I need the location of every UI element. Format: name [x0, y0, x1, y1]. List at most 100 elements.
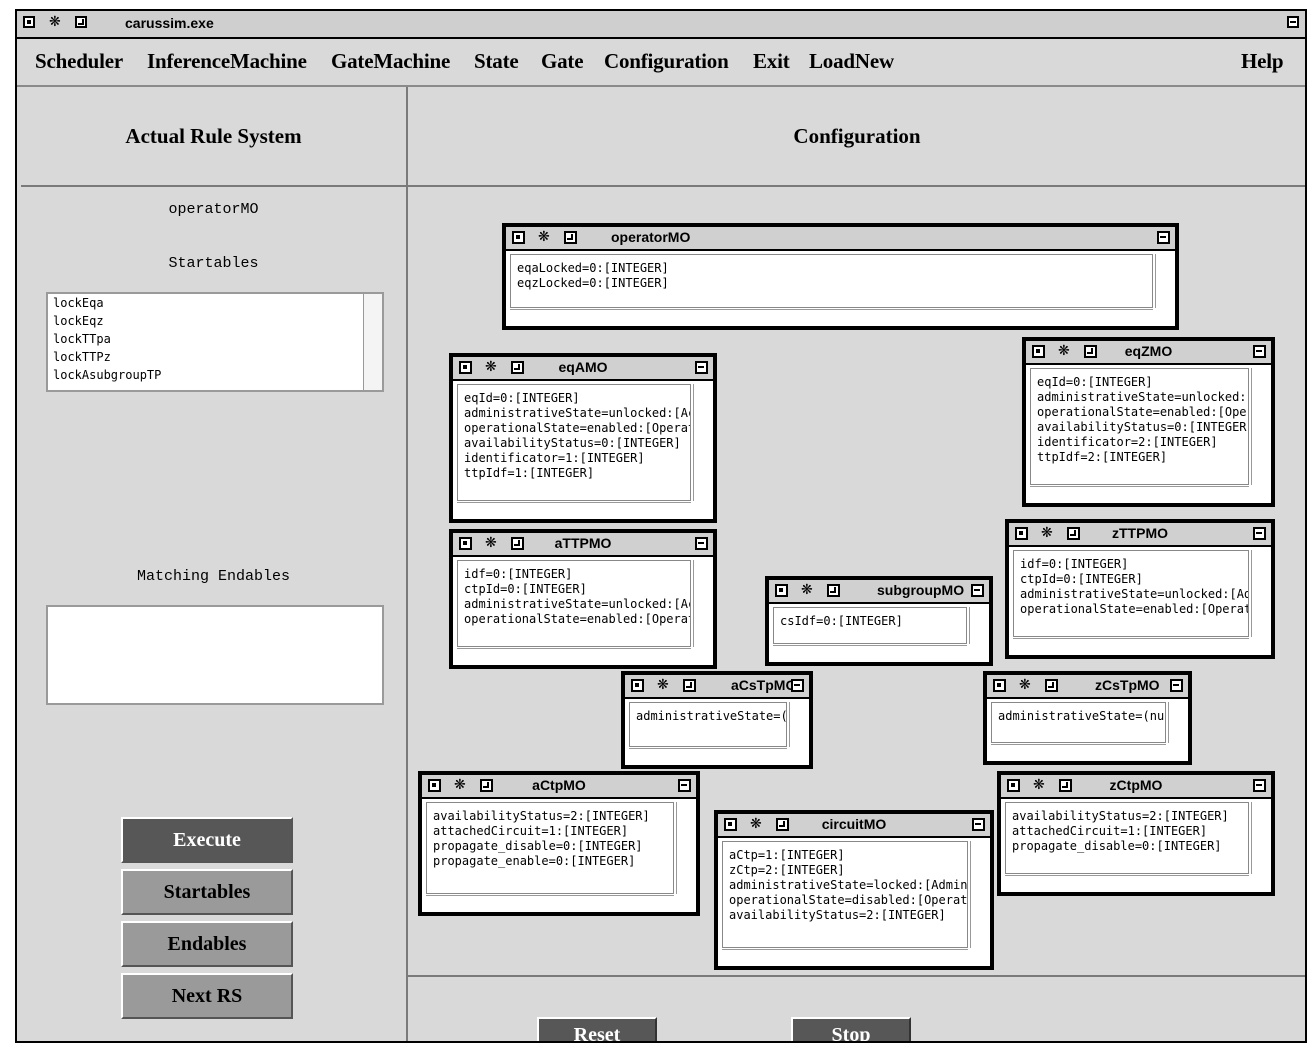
- vertical-scrollbar[interactable]: [693, 384, 710, 501]
- horizontal-scrollbar[interactable]: [1013, 638, 1249, 652]
- attribute-line: operationalState=enabled:[Operat: [464, 421, 691, 435]
- horizontal-scrollbar[interactable]: [1005, 875, 1249, 889]
- horizontal-scrollbar[interactable]: [457, 648, 691, 662]
- vertical-scrollbar[interactable]: [1251, 802, 1268, 874]
- horizontal-scrollbar[interactable]: [722, 949, 968, 963]
- horizontal-scrollbar[interactable]: [457, 502, 691, 516]
- maximize-icon[interactable]: [678, 779, 691, 792]
- horizontal-scrollbar[interactable]: [773, 645, 967, 659]
- vertical-scrollbar[interactable]: [363, 294, 382, 390]
- window-menu-icon[interactable]: [631, 679, 644, 692]
- menu-help[interactable]: Help: [1241, 49, 1284, 74]
- mo-window-aTTPMO[interactable]: ❋ aTTPMO idf=0:[INTEGER] ctpId=0:[INTEGER…: [449, 529, 717, 669]
- attribute-line: aCtp=1:[INTEGER]: [729, 848, 845, 862]
- minimize-icon[interactable]: [564, 231, 577, 244]
- horizontal-scrollbar[interactable]: [426, 895, 674, 909]
- gear-icon[interactable]: ❋: [538, 230, 551, 244]
- maximize-icon[interactable]: [1170, 679, 1183, 692]
- rule-system-panel: Actual Rule System operatorMO Startables…: [21, 87, 408, 1041]
- startables-button[interactable]: Startables: [121, 869, 293, 915]
- list-item[interactable]: lockAsubgroupTP: [48, 366, 382, 384]
- attribute-line: propagate_disable=0:[INTEGER]: [1012, 839, 1222, 853]
- mo-window-aCsTpMO[interactable]: ❋ aCsTpMO administrativeState=(: [621, 671, 813, 769]
- menu-exit[interactable]: Exit: [753, 49, 790, 74]
- menu-inference-machine[interactable]: InferenceMachine: [147, 49, 307, 74]
- list-item[interactable]: lockEqa: [48, 294, 382, 312]
- mo-window-zCsTpMO[interactable]: ❋ zCsTpMO administrativeState=(nu: [983, 671, 1192, 765]
- attribute-line: identificator=1:[INTEGER]: [464, 451, 645, 465]
- minimize-icon[interactable]: [683, 679, 696, 692]
- mo-window-eqAMO[interactable]: ❋ eqAMO eqId=0:[INTEGER] administrativeSt…: [449, 353, 717, 523]
- mo-window-circuitMO[interactable]: ❋ circuitMO aCtp=1:[INTEGER] zCtp=2:[INTE…: [714, 810, 994, 970]
- gear-icon[interactable]: ❋: [1019, 678, 1032, 692]
- attribute-line: operationalState=enabled:[Operat: [1020, 602, 1249, 616]
- horizontal-scrollbar[interactable]: [510, 309, 1153, 323]
- mo-title: zTTPMO: [1112, 525, 1168, 541]
- mo-window-aCtpMO[interactable]: ❋ aCtpMO availabilityStatus=2:[INTEGER] a…: [418, 771, 700, 916]
- next-rs-button[interactable]: Next RS: [121, 973, 293, 1019]
- vertical-scrollbar[interactable]: [789, 702, 806, 747]
- gear-icon[interactable]: ❋: [657, 678, 670, 692]
- maximize-icon[interactable]: [971, 584, 984, 597]
- maximize-icon[interactable]: [791, 679, 804, 692]
- maximize-icon[interactable]: [1253, 345, 1266, 358]
- mo-window-operatorMO[interactable]: ❋ operatorMO eqaLocked=0:[INTEGER] eqzLoc…: [502, 223, 1179, 330]
- horizontal-scrollbar[interactable]: [629, 748, 787, 762]
- vertical-scrollbar[interactable]: [1168, 702, 1185, 743]
- gear-icon[interactable]: ❋: [801, 583, 814, 597]
- attribute-line: operationalState=enabled:[Ope: [1037, 405, 1247, 419]
- maximize-icon[interactable]: [1157, 231, 1170, 244]
- menu-gate[interactable]: Gate: [541, 49, 584, 74]
- window-menu-icon[interactable]: [775, 584, 788, 597]
- menu-scheduler[interactable]: Scheduler: [35, 49, 123, 74]
- minimize-icon[interactable]: [75, 16, 87, 28]
- mo-title: aCtpMO: [532, 777, 586, 793]
- matching-endables-list[interactable]: [46, 605, 384, 705]
- horizontal-scrollbar[interactable]: [1030, 486, 1249, 500]
- attribute-line: eqaLocked=0:[INTEGER]: [517, 261, 669, 275]
- vertical-scrollbar[interactable]: [1251, 550, 1268, 637]
- list-item[interactable]: lockEqz: [48, 312, 382, 330]
- maximize-icon[interactable]: [1253, 527, 1266, 540]
- vertical-scrollbar[interactable]: [970, 841, 987, 948]
- window-menu-icon[interactable]: [993, 679, 1006, 692]
- mo-window-zTTPMO[interactable]: ❋ zTTPMO idf=0:[INTEGER] ctpId=0:[INTEGER…: [1005, 519, 1275, 659]
- title-bar[interactable]: ❋ carussim.exe: [17, 11, 1305, 39]
- maximize-icon[interactable]: [1287, 16, 1299, 28]
- endables-button[interactable]: Endables: [121, 921, 293, 967]
- maximize-icon[interactable]: [972, 818, 985, 831]
- menu-state[interactable]: State: [474, 49, 519, 74]
- window-menu-icon[interactable]: [512, 231, 525, 244]
- mo-window-subgroupMO[interactable]: ❋ subgroupMO csIdf=0:[INTEGER]: [765, 576, 993, 666]
- reset-button[interactable]: Reset: [537, 1017, 657, 1041]
- menu-configuration[interactable]: Configuration: [604, 49, 729, 74]
- maximize-icon[interactable]: [695, 537, 708, 550]
- attribute-line: availabilityStatus=2:[INTEGER]: [729, 908, 946, 922]
- minimize-icon[interactable]: [1045, 679, 1058, 692]
- window-menu-icon[interactable]: [23, 16, 35, 28]
- mo-window-zCtpMO[interactable]: ❋ zCtpMO availabilityStatus=2:[INTEGER] a…: [997, 771, 1275, 896]
- vertical-scrollbar[interactable]: [676, 802, 693, 894]
- vertical-scrollbar[interactable]: [1251, 368, 1268, 485]
- mo-title: circuitMO: [821, 816, 887, 832]
- gear-icon[interactable]: ❋: [49, 15, 61, 29]
- attribute-line: administrativeState=locked:[Admin: [729, 878, 968, 892]
- attribute-line: administrativeState=unlocked:[Ac: [464, 406, 691, 420]
- execute-button[interactable]: Execute: [121, 817, 293, 863]
- vertical-scrollbar[interactable]: [969, 607, 986, 644]
- menu-load-new[interactable]: LoadNew: [809, 49, 894, 74]
- vertical-scrollbar[interactable]: [1155, 254, 1172, 308]
- vertical-scrollbar[interactable]: [693, 560, 710, 647]
- attribute-line: administrativeState=(nu: [998, 709, 1165, 723]
- stop-button[interactable]: Stop: [791, 1017, 911, 1041]
- attribute-line: administrativeState=unlocked:[Ad: [1020, 587, 1249, 601]
- mo-window-eqZMO[interactable]: ❋ eqZMO eqId=0:[INTEGER] administrativeSt…: [1022, 337, 1275, 507]
- horizontal-scrollbar[interactable]: [991, 744, 1166, 758]
- maximize-icon[interactable]: [695, 361, 708, 374]
- list-item[interactable]: lockTTPz: [48, 348, 382, 366]
- list-item[interactable]: lockTTpa: [48, 330, 382, 348]
- menu-gate-machine[interactable]: GateMachine: [331, 49, 450, 74]
- maximize-icon[interactable]: [1253, 779, 1266, 792]
- startables-list[interactable]: lockEqa lockEqz lockTTpa lockTTPz lockAs…: [46, 292, 384, 392]
- minimize-icon[interactable]: [827, 584, 840, 597]
